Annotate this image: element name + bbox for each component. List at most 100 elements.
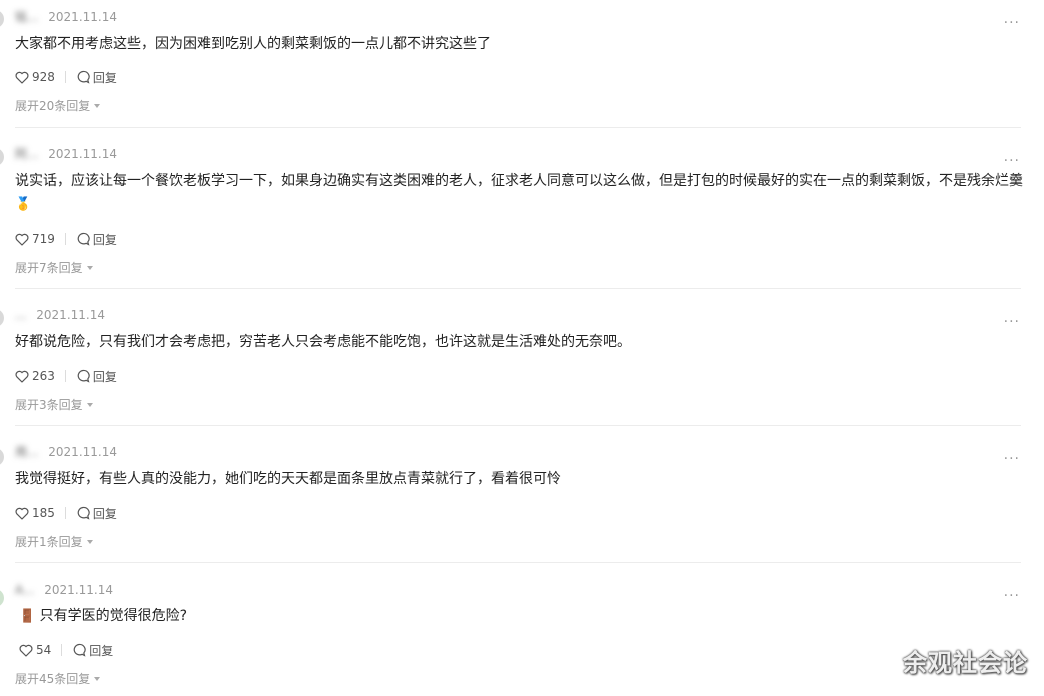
expand-replies-label: 展开3条回复 bbox=[15, 398, 83, 412]
divider bbox=[15, 288, 1021, 289]
like-count: 185 bbox=[32, 506, 55, 520]
comment-date: 2021.11.14 bbox=[36, 308, 105, 322]
expand-replies-button[interactable]: 展开45条回复 bbox=[15, 670, 101, 687]
comment-text: 说实话，应该让每一个餐饮老板学习一下，如果身边确实有这类困难的老人，征求老人同意… bbox=[15, 170, 1025, 216]
comment-text-content: 说实话，应该让每一个餐饮老板学习一下，如果身边确实有这类困难的老人，征求老人同意… bbox=[15, 173, 1023, 189]
avatar[interactable] bbox=[0, 448, 4, 466]
reply-label: 回复 bbox=[92, 232, 117, 247]
reply-label: 回复 bbox=[92, 369, 117, 384]
more-dots-icon[interactable]: ··· bbox=[1004, 16, 1020, 30]
reply-label: 回复 bbox=[89, 643, 114, 658]
like-button[interactable]: 185 bbox=[15, 506, 55, 520]
comment-bubble-icon bbox=[77, 369, 90, 383]
expand-replies-button[interactable]: 展开1条回复 bbox=[15, 533, 93, 550]
expand-replies-label: 展开45条回复 bbox=[15, 672, 91, 686]
comment-item: A... 2021.11.14 ··· 🚪 只有学医的觉得很危险? 54 回复 … bbox=[0, 573, 1044, 696]
more-dots-icon[interactable]: ··· bbox=[1004, 589, 1020, 603]
reply-button[interactable]: 回复 bbox=[76, 69, 117, 86]
comment-bubble-icon bbox=[77, 506, 90, 520]
comment-meta: 铭... 2021.11.14 bbox=[15, 9, 117, 25]
action-divider bbox=[64, 507, 66, 519]
comment-actions: 54 回复 bbox=[19, 642, 113, 658]
comment-text-content: 大家都不用考虑这些，因为困难到吃别人的剩菜剩饭的一点儿都不讲究这些了 bbox=[15, 36, 491, 52]
expand-replies-button[interactable]: 展开20条回复 bbox=[15, 97, 101, 114]
comment-text: 大家都不用考虑这些，因为困难到吃别人的剩菜剩饭的一点儿都不讲究这些了 bbox=[15, 33, 1025, 56]
reply-label: 回复 bbox=[92, 506, 117, 521]
divider bbox=[15, 425, 1021, 426]
comment-item: 铭... 2021.11.14 ··· 大家都不用考虑这些，因为困难到吃别人的剩… bbox=[0, 0, 1044, 138]
author-name[interactable]: A... bbox=[15, 582, 34, 598]
author-name[interactable]: 阿... bbox=[15, 146, 38, 162]
comment-meta: ... 2021.11.14 bbox=[15, 307, 105, 323]
comment-meta: A... 2021.11.14 bbox=[15, 582, 113, 598]
caret-down-icon bbox=[86, 265, 93, 270]
comment-bubble-icon bbox=[73, 643, 86, 657]
like-count: 928 bbox=[32, 70, 55, 84]
comment-actions: 928 回复 bbox=[15, 69, 117, 85]
like-button[interactable]: 928 bbox=[15, 70, 55, 84]
watermark: 余观社会论 bbox=[903, 649, 1028, 677]
caret-down-icon bbox=[94, 676, 101, 681]
door-emoji-icon: 🚪 bbox=[19, 609, 36, 624]
avatar[interactable] bbox=[0, 589, 4, 607]
comment-date: 2021.11.14 bbox=[44, 583, 113, 597]
heart-icon bbox=[15, 507, 29, 520]
expand-replies-label: 展开1条回复 bbox=[15, 535, 83, 549]
avatar[interactable] bbox=[0, 309, 4, 327]
comment-text: 好都说危险，只有我们才会考虑把，穷苦老人只会考虑能不能吃饱，也许这就是生活难处的… bbox=[15, 331, 1025, 354]
like-count: 263 bbox=[32, 369, 55, 383]
author-name[interactable]: ... bbox=[15, 307, 26, 323]
heart-icon bbox=[15, 370, 29, 383]
like-button[interactable]: 263 bbox=[15, 369, 55, 383]
action-divider bbox=[64, 71, 66, 83]
avatar[interactable] bbox=[0, 148, 4, 166]
caret-down-icon bbox=[94, 103, 101, 108]
divider bbox=[15, 127, 1021, 128]
like-button[interactable]: 719 bbox=[15, 232, 55, 246]
heart-icon bbox=[15, 233, 29, 246]
comment-date: 2021.11.14 bbox=[48, 10, 117, 24]
comment-date: 2021.11.14 bbox=[48, 445, 117, 459]
expand-replies-label: 展开20条回复 bbox=[15, 99, 91, 113]
action-divider bbox=[64, 233, 66, 245]
comment-item: ... 2021.11.14 ··· 好都说危险，只有我们才会考虑把，穷苦老人只… bbox=[0, 299, 1044, 437]
more-dots-icon[interactable]: ··· bbox=[1004, 315, 1020, 329]
reply-button[interactable]: 回复 bbox=[76, 231, 117, 248]
comment-item: 阿... 2021.11.14 ··· 说实话，应该让每一个餐饮老板学习一下，如… bbox=[0, 138, 1044, 299]
author-name[interactable]: 用... bbox=[15, 444, 38, 460]
expand-replies-button[interactable]: 展开7条回复 bbox=[15, 259, 93, 276]
action-divider bbox=[61, 644, 63, 656]
heart-icon bbox=[19, 644, 33, 657]
comment-text-content: 我觉得挺好，有些人真的没能力，她们吃的天天都是面条里放点青菜就行了，看着很可怜 bbox=[15, 471, 561, 487]
like-count: 54 bbox=[36, 643, 52, 657]
medal-emoji-icon: 🥇 bbox=[15, 197, 32, 212]
comment-meta: 阿... 2021.11.14 bbox=[15, 146, 117, 162]
reply-button[interactable]: 回复 bbox=[72, 642, 113, 659]
comment-actions: 263 回复 bbox=[15, 368, 117, 384]
like-button[interactable]: 54 bbox=[19, 643, 51, 657]
comment-bubble-icon bbox=[77, 70, 90, 84]
caret-down-icon bbox=[86, 402, 93, 407]
comment-item: 用... 2021.11.14 ··· 我觉得挺好，有些人真的没能力，她们吃的天… bbox=[0, 436, 1044, 574]
comment-date: 2021.11.14 bbox=[48, 147, 117, 161]
reply-button[interactable]: 回复 bbox=[76, 368, 117, 385]
comment-text-content: 好都说危险，只有我们才会考虑把，穷苦老人只会考虑能不能吃饱，也许这就是生活难处的… bbox=[15, 334, 631, 350]
comment-text: 我觉得挺好，有些人真的没能力，她们吃的天天都是面条里放点青菜就行了，看着很可怜 bbox=[15, 468, 1025, 491]
caret-down-icon bbox=[86, 539, 93, 544]
expand-replies-label: 展开7条回复 bbox=[15, 261, 83, 275]
comment-bubble-icon bbox=[77, 232, 90, 246]
comment-actions: 719 回复 bbox=[15, 231, 117, 247]
divider bbox=[15, 562, 1021, 563]
avatar[interactable] bbox=[0, 10, 4, 28]
expand-replies-button[interactable]: 展开3条回复 bbox=[15, 396, 93, 413]
author-name[interactable]: 铭... bbox=[15, 9, 38, 25]
comment-text-content: 只有学医的觉得很危险? bbox=[39, 608, 188, 624]
comment-text: 🚪 只有学医的觉得很危险? bbox=[19, 605, 1029, 628]
action-divider bbox=[64, 370, 66, 382]
reply-label: 回复 bbox=[92, 70, 117, 85]
heart-icon bbox=[15, 71, 29, 84]
comment-meta: 用... 2021.11.14 bbox=[15, 444, 117, 460]
more-dots-icon[interactable]: ··· bbox=[1004, 154, 1020, 168]
more-dots-icon[interactable]: ··· bbox=[1004, 452, 1020, 466]
reply-button[interactable]: 回复 bbox=[76, 505, 117, 522]
